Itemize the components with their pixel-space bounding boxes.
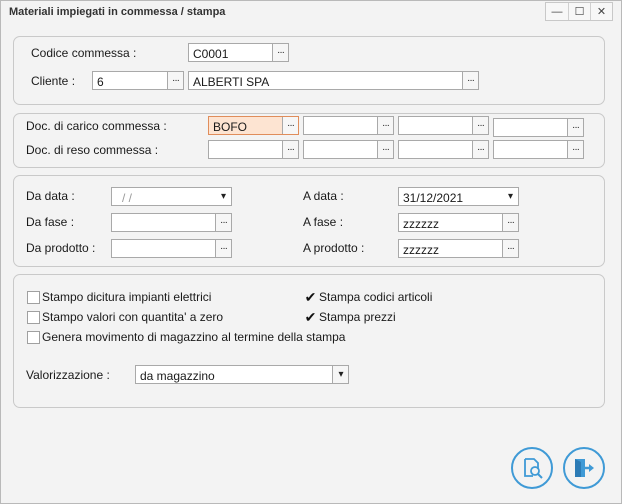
check-mark-icon[interactable]: ✔ (304, 310, 317, 324)
title-bar: Materiali impiegati in commessa / stampa… (1, 1, 621, 23)
doc-carico-value-3 (399, 117, 472, 134)
doc-carico-value-4 (494, 119, 567, 136)
stampa-prezzi-label: Stampa prezzi (319, 310, 396, 324)
print-preview-button[interactable] (511, 447, 553, 489)
cliente-name-value: ALBERTI SPA (193, 75, 270, 89)
minimize-button[interactable]: — (546, 3, 568, 20)
doc-carico-value-2 (304, 117, 377, 134)
stampo-dicitura-checkbox[interactable]: Stampo dicitura impianti elettrici (27, 290, 211, 304)
stampo-valori-label: Stampo valori con quantita' a zero (42, 310, 224, 324)
doc-reso-lookup-button-2[interactable]: ··· (377, 141, 393, 158)
doc-reso-label: Doc. di reso commessa : (26, 143, 159, 157)
stampo-valori-box[interactable] (27, 310, 40, 324)
stampa-prezzi-checkbox[interactable]: ✔ Stampa prezzi (304, 310, 396, 324)
a-prodotto-lookup-button[interactable]: ··· (502, 240, 518, 257)
a-data-value: 31/12/2021 (403, 191, 464, 205)
doc-carico-field-2[interactable]: ··· (303, 116, 394, 135)
doc-carico-lookup-button-3[interactable]: ··· (472, 117, 488, 134)
doc-reso-value-2 (304, 141, 377, 158)
window-controls: — ☐ ✕ (545, 2, 613, 21)
doc-reso-value-4 (494, 141, 567, 158)
doc-carico-lookup-button-2[interactable]: ··· (377, 117, 393, 134)
a-fase-label: A fase : (303, 215, 344, 229)
stampo-valori-checkbox[interactable]: Stampo valori con quantita' a zero (27, 310, 223, 324)
doc-reso-value-3 (399, 141, 472, 158)
codice-commessa-field[interactable]: C0001 ··· (188, 43, 289, 62)
doc-reso-field-4[interactable]: ··· (493, 140, 584, 159)
valorizzazione-value: da magazzino (140, 369, 215, 383)
genera-movimento-box[interactable] (27, 330, 40, 344)
a-prodotto-label: A prodotto : (303, 241, 365, 255)
doc-reso-field-3[interactable]: ··· (398, 140, 489, 159)
genera-movimento-label: Genera movimento di magazzino al termine… (42, 330, 346, 344)
doc-carico-lookup-button-1[interactable]: ··· (282, 117, 298, 134)
da-fase-lookup-button[interactable]: ··· (215, 214, 231, 231)
doc-reso-field-2[interactable]: ··· (303, 140, 394, 159)
doc-carico-field-3[interactable]: ··· (398, 116, 489, 135)
codice-commessa-lookup-button[interactable]: ··· (272, 44, 288, 61)
doc-carico-field-4[interactable]: ··· (493, 118, 584, 137)
stampa-codici-checkbox[interactable]: ✔ Stampa codici articoli (304, 290, 432, 304)
cliente-code-lookup-button[interactable]: ··· (167, 72, 183, 89)
a-fase-lookup-button[interactable]: ··· (502, 214, 518, 231)
stampo-dicitura-label: Stampo dicitura impianti elettrici (42, 290, 212, 304)
da-prodotto-label: Da prodotto : (26, 241, 96, 255)
da-prodotto-field[interactable]: ··· (111, 239, 232, 258)
codice-commessa-value: C0001 (193, 47, 229, 61)
exit-button[interactable] (563, 447, 605, 489)
a-data-dropdown-button[interactable]: ▾ (502, 188, 518, 205)
doc-carico-field-1[interactable]: BOFO ··· (208, 116, 299, 135)
stampa-codici-label: Stampa codici articoli (319, 290, 433, 304)
valorizzazione-label: Valorizzazione : (26, 368, 110, 382)
da-prodotto-lookup-button[interactable]: ··· (215, 240, 231, 257)
da-data-dropdown-button[interactable]: ▾ (215, 188, 231, 205)
maximize-button[interactable]: ☐ (568, 3, 590, 20)
exit-door-icon (575, 459, 594, 477)
cliente-name-lookup-button[interactable]: ··· (462, 72, 478, 89)
da-fase-label: Da fase : (26, 215, 75, 229)
doc-reso-value-1 (209, 141, 282, 158)
cliente-code-field[interactable]: 6 ··· (92, 71, 184, 90)
da-data-label: Da data : (26, 189, 75, 203)
document-search-icon (524, 458, 543, 479)
valorizzazione-select[interactable]: da magazzino ▾ (135, 365, 349, 384)
da-prodotto-value (112, 240, 215, 257)
cliente-code-value: 6 (97, 75, 104, 89)
report-window: Materiali impiegati in commessa / stampa… (0, 0, 622, 504)
da-data-field[interactable]: / / ▾ (111, 187, 232, 206)
codice-commessa-label: Codice commessa : (31, 46, 137, 60)
a-prodotto-value: zzzzzz (403, 243, 439, 257)
doc-reso-lookup-button-4[interactable]: ··· (567, 141, 583, 158)
doc-reso-lookup-button-3[interactable]: ··· (472, 141, 488, 158)
window-title: Materiali impiegati in commessa / stampa (9, 6, 226, 18)
close-button[interactable]: ✕ (590, 3, 612, 20)
a-fase-field[interactable]: zzzzzz ··· (398, 213, 519, 232)
a-prodotto-field[interactable]: zzzzzz ··· (398, 239, 519, 258)
doc-reso-lookup-button-1[interactable]: ··· (282, 141, 298, 158)
cliente-name-field[interactable]: ALBERTI SPA ··· (188, 71, 479, 90)
stampo-dicitura-box[interactable] (27, 290, 40, 304)
genera-movimento-checkbox[interactable]: Genera movimento di magazzino al termine… (27, 330, 345, 344)
doc-carico-lookup-button-4[interactable]: ··· (567, 119, 583, 136)
doc-carico-label: Doc. di carico commessa : (26, 119, 167, 133)
valorizzazione-dropdown-button[interactable]: ▾ (332, 366, 348, 383)
a-data-field[interactable]: 31/12/2021 ▾ (398, 187, 519, 206)
da-fase-value (112, 214, 215, 231)
doc-carico-value-1: BOFO (213, 120, 248, 134)
doc-reso-field-1[interactable]: ··· (208, 140, 299, 159)
da-fase-field[interactable]: ··· (111, 213, 232, 232)
cliente-label: Cliente : (31, 74, 76, 88)
da-data-value: / / (122, 191, 133, 205)
a-data-label: A data : (303, 189, 344, 203)
check-mark-icon[interactable]: ✔ (304, 290, 317, 304)
a-fase-value: zzzzzz (403, 217, 439, 231)
